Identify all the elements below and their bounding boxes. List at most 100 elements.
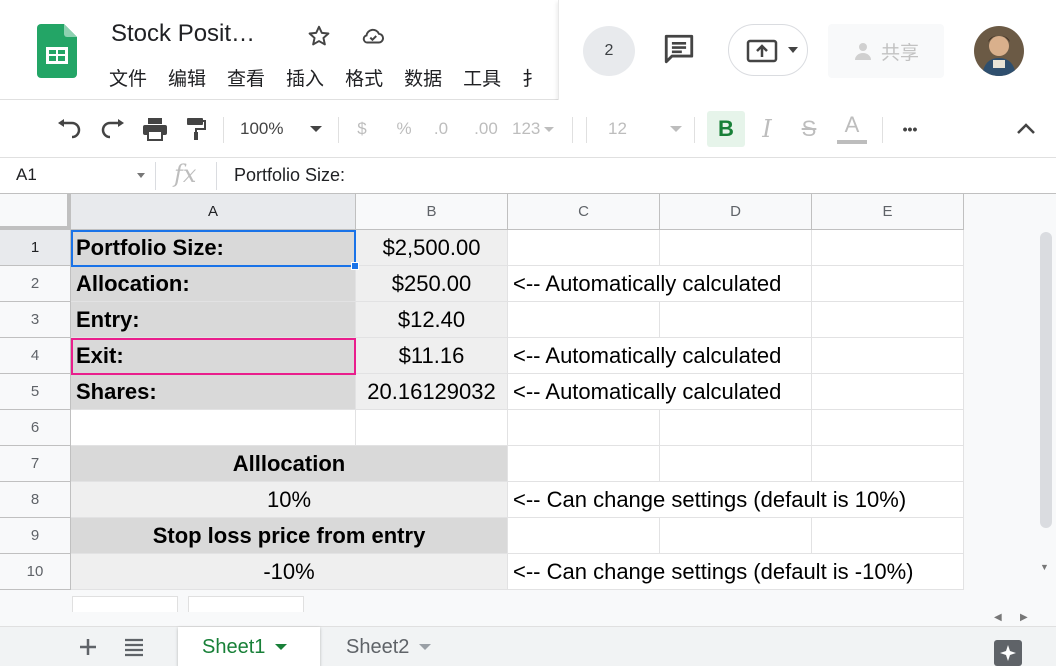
row-header-2[interactable]: 2 <box>0 266 71 302</box>
menu-extensions[interactable]: 扌 <box>522 64 541 92</box>
star-icon[interactable] <box>306 23 332 49</box>
sheet-tab-sheet1[interactable]: Sheet1 <box>178 627 320 666</box>
undo-button[interactable] <box>52 112 86 146</box>
menu-tools[interactable]: 工具 <box>463 64 501 92</box>
cell-c1[interactable] <box>508 230 660 266</box>
spreadsheet-grid[interactable]: A B C D E 1 2 3 4 5 6 7 8 9 10 Portfolio… <box>0 194 1056 594</box>
more-options-button[interactable]: ••• <box>896 112 924 146</box>
cell-c4[interactable]: <-- Automatically calculated <box>508 338 812 374</box>
font-size-select[interactable]: 12 <box>608 112 688 146</box>
cell-a1[interactable]: Portfolio Size: <box>71 230 356 266</box>
column-header-a[interactable]: A <box>71 194 356 230</box>
cell-e9[interactable] <box>812 518 964 554</box>
row-header-6[interactable]: 6 <box>0 410 71 446</box>
cell-c6[interactable] <box>508 410 660 446</box>
cell-d7[interactable] <box>660 446 812 482</box>
cell-a2[interactable]: Allocation: <box>71 266 356 302</box>
menu-view[interactable]: 查看 <box>227 64 265 92</box>
cell-a8-merged[interactable]: 10% <box>71 482 508 518</box>
all-sheets-icon[interactable] <box>124 637 144 657</box>
cell-d3[interactable] <box>660 302 812 338</box>
zoom-select[interactable]: 100% <box>240 112 332 146</box>
cell-b6[interactable] <box>356 410 508 446</box>
explore-button[interactable] <box>994 640 1022 666</box>
currency-format-button[interactable]: $ <box>352 112 372 146</box>
cell-d1[interactable] <box>660 230 812 266</box>
cell-a4[interactable]: Exit: <box>71 338 356 374</box>
collapse-menu-button[interactable] <box>1012 112 1040 146</box>
document-title[interactable]: Stock Posit… <box>111 20 255 48</box>
cell-b3[interactable]: $12.40 <box>356 302 508 338</box>
cell-c9[interactable] <box>508 518 660 554</box>
cell-a5[interactable]: Shares: <box>71 374 356 410</box>
menu-file[interactable]: 文件 <box>109 64 147 92</box>
text-color-button[interactable]: A <box>836 112 868 146</box>
scroll-down-arrow[interactable]: ▼ <box>1040 562 1049 572</box>
vertical-scrollbar[interactable] <box>1040 232 1052 528</box>
sheets-logo[interactable] <box>37 24 77 78</box>
avatar[interactable] <box>974 26 1024 76</box>
sheet-tab-sheet2[interactable]: Sheet2 <box>322 627 462 666</box>
row-header-8[interactable]: 8 <box>0 482 71 518</box>
cell-c8[interactable]: <-- Can change settings (default is 10%) <box>508 482 964 518</box>
cell-c10[interactable]: <-- Can change settings (default is -10%… <box>508 554 964 590</box>
row-header-9[interactable]: 9 <box>0 518 71 554</box>
cell-b1[interactable]: $2,500.00 <box>356 230 508 266</box>
increase-decimals-button[interactable]: .00 <box>470 112 502 146</box>
collaborator-count-badge[interactable]: 2 <box>583 26 635 76</box>
select-all-corner[interactable] <box>0 194 71 230</box>
cell-b5[interactable]: 20.16129032 <box>356 374 508 410</box>
column-header-d[interactable]: D <box>660 194 812 230</box>
cell-c7[interactable] <box>508 446 660 482</box>
name-box[interactable]: A1 <box>16 165 37 185</box>
cell-e4[interactable] <box>812 338 964 374</box>
column-header-b[interactable]: B <box>356 194 508 230</box>
cell-a9-merged[interactable]: Stop loss price from entry <box>71 518 508 554</box>
row-header-1[interactable]: 1 <box>0 230 71 266</box>
add-sheet-icon[interactable] <box>78 637 98 657</box>
row-header-10[interactable]: 10 <box>0 554 71 590</box>
cell-e5[interactable] <box>812 374 964 410</box>
cell-d9[interactable] <box>660 518 812 554</box>
redo-button[interactable] <box>96 112 130 146</box>
cell-c5[interactable]: <-- Automatically calculated <box>508 374 812 410</box>
menu-insert[interactable]: 插入 <box>286 64 324 92</box>
paint-format-button[interactable] <box>182 112 210 146</box>
menu-format[interactable]: 格式 <box>345 64 383 92</box>
present-button[interactable] <box>728 24 808 76</box>
row-header-3[interactable]: 3 <box>0 302 71 338</box>
percent-format-button[interactable]: % <box>393 112 415 146</box>
print-button[interactable] <box>138 112 172 146</box>
cell-a10-merged[interactable]: -10% <box>71 554 508 590</box>
chevron-down-icon[interactable] <box>137 173 145 178</box>
share-button[interactable]: 共享 <box>828 24 944 78</box>
column-header-e[interactable]: E <box>812 194 964 230</box>
scroll-left-arrow[interactable]: ◀ <box>994 612 1002 623</box>
row-header-5[interactable]: 5 <box>0 374 71 410</box>
comment-icon[interactable] <box>662 32 696 66</box>
cell-c2[interactable]: <-- Automatically calculated <box>508 266 812 302</box>
row-header-7[interactable]: 7 <box>0 446 71 482</box>
cell-b2[interactable]: $250.00 <box>356 266 508 302</box>
cell-e3[interactable] <box>812 302 964 338</box>
decrease-decimals-button[interactable]: .0 <box>428 112 454 146</box>
cell-d6[interactable] <box>660 410 812 446</box>
menu-data[interactable]: 数据 <box>404 64 442 92</box>
column-header-c[interactable]: C <box>508 194 660 230</box>
cell-a6[interactable] <box>71 410 356 446</box>
cell-e7[interactable] <box>812 446 964 482</box>
scroll-right-arrow[interactable]: ▶ <box>1020 612 1028 623</box>
row-header-4[interactable]: 4 <box>0 338 71 374</box>
cell-a7-merged[interactable]: Alllocation <box>71 446 508 482</box>
menu-edit[interactable]: 编辑 <box>168 64 206 92</box>
more-formats-button[interactable]: 123 <box>512 112 562 146</box>
bold-button[interactable]: B <box>707 111 745 147</box>
fill-handle[interactable] <box>351 262 359 270</box>
cell-c3[interactable] <box>508 302 660 338</box>
cell-a3[interactable]: Entry: <box>71 302 356 338</box>
formula-input[interactable]: Portfolio Size: <box>234 165 345 186</box>
italic-button[interactable]: I <box>754 112 780 146</box>
cloud-status-icon[interactable] <box>360 23 386 49</box>
cell-e6[interactable] <box>812 410 964 446</box>
cell-b4[interactable]: $11.16 <box>356 338 508 374</box>
